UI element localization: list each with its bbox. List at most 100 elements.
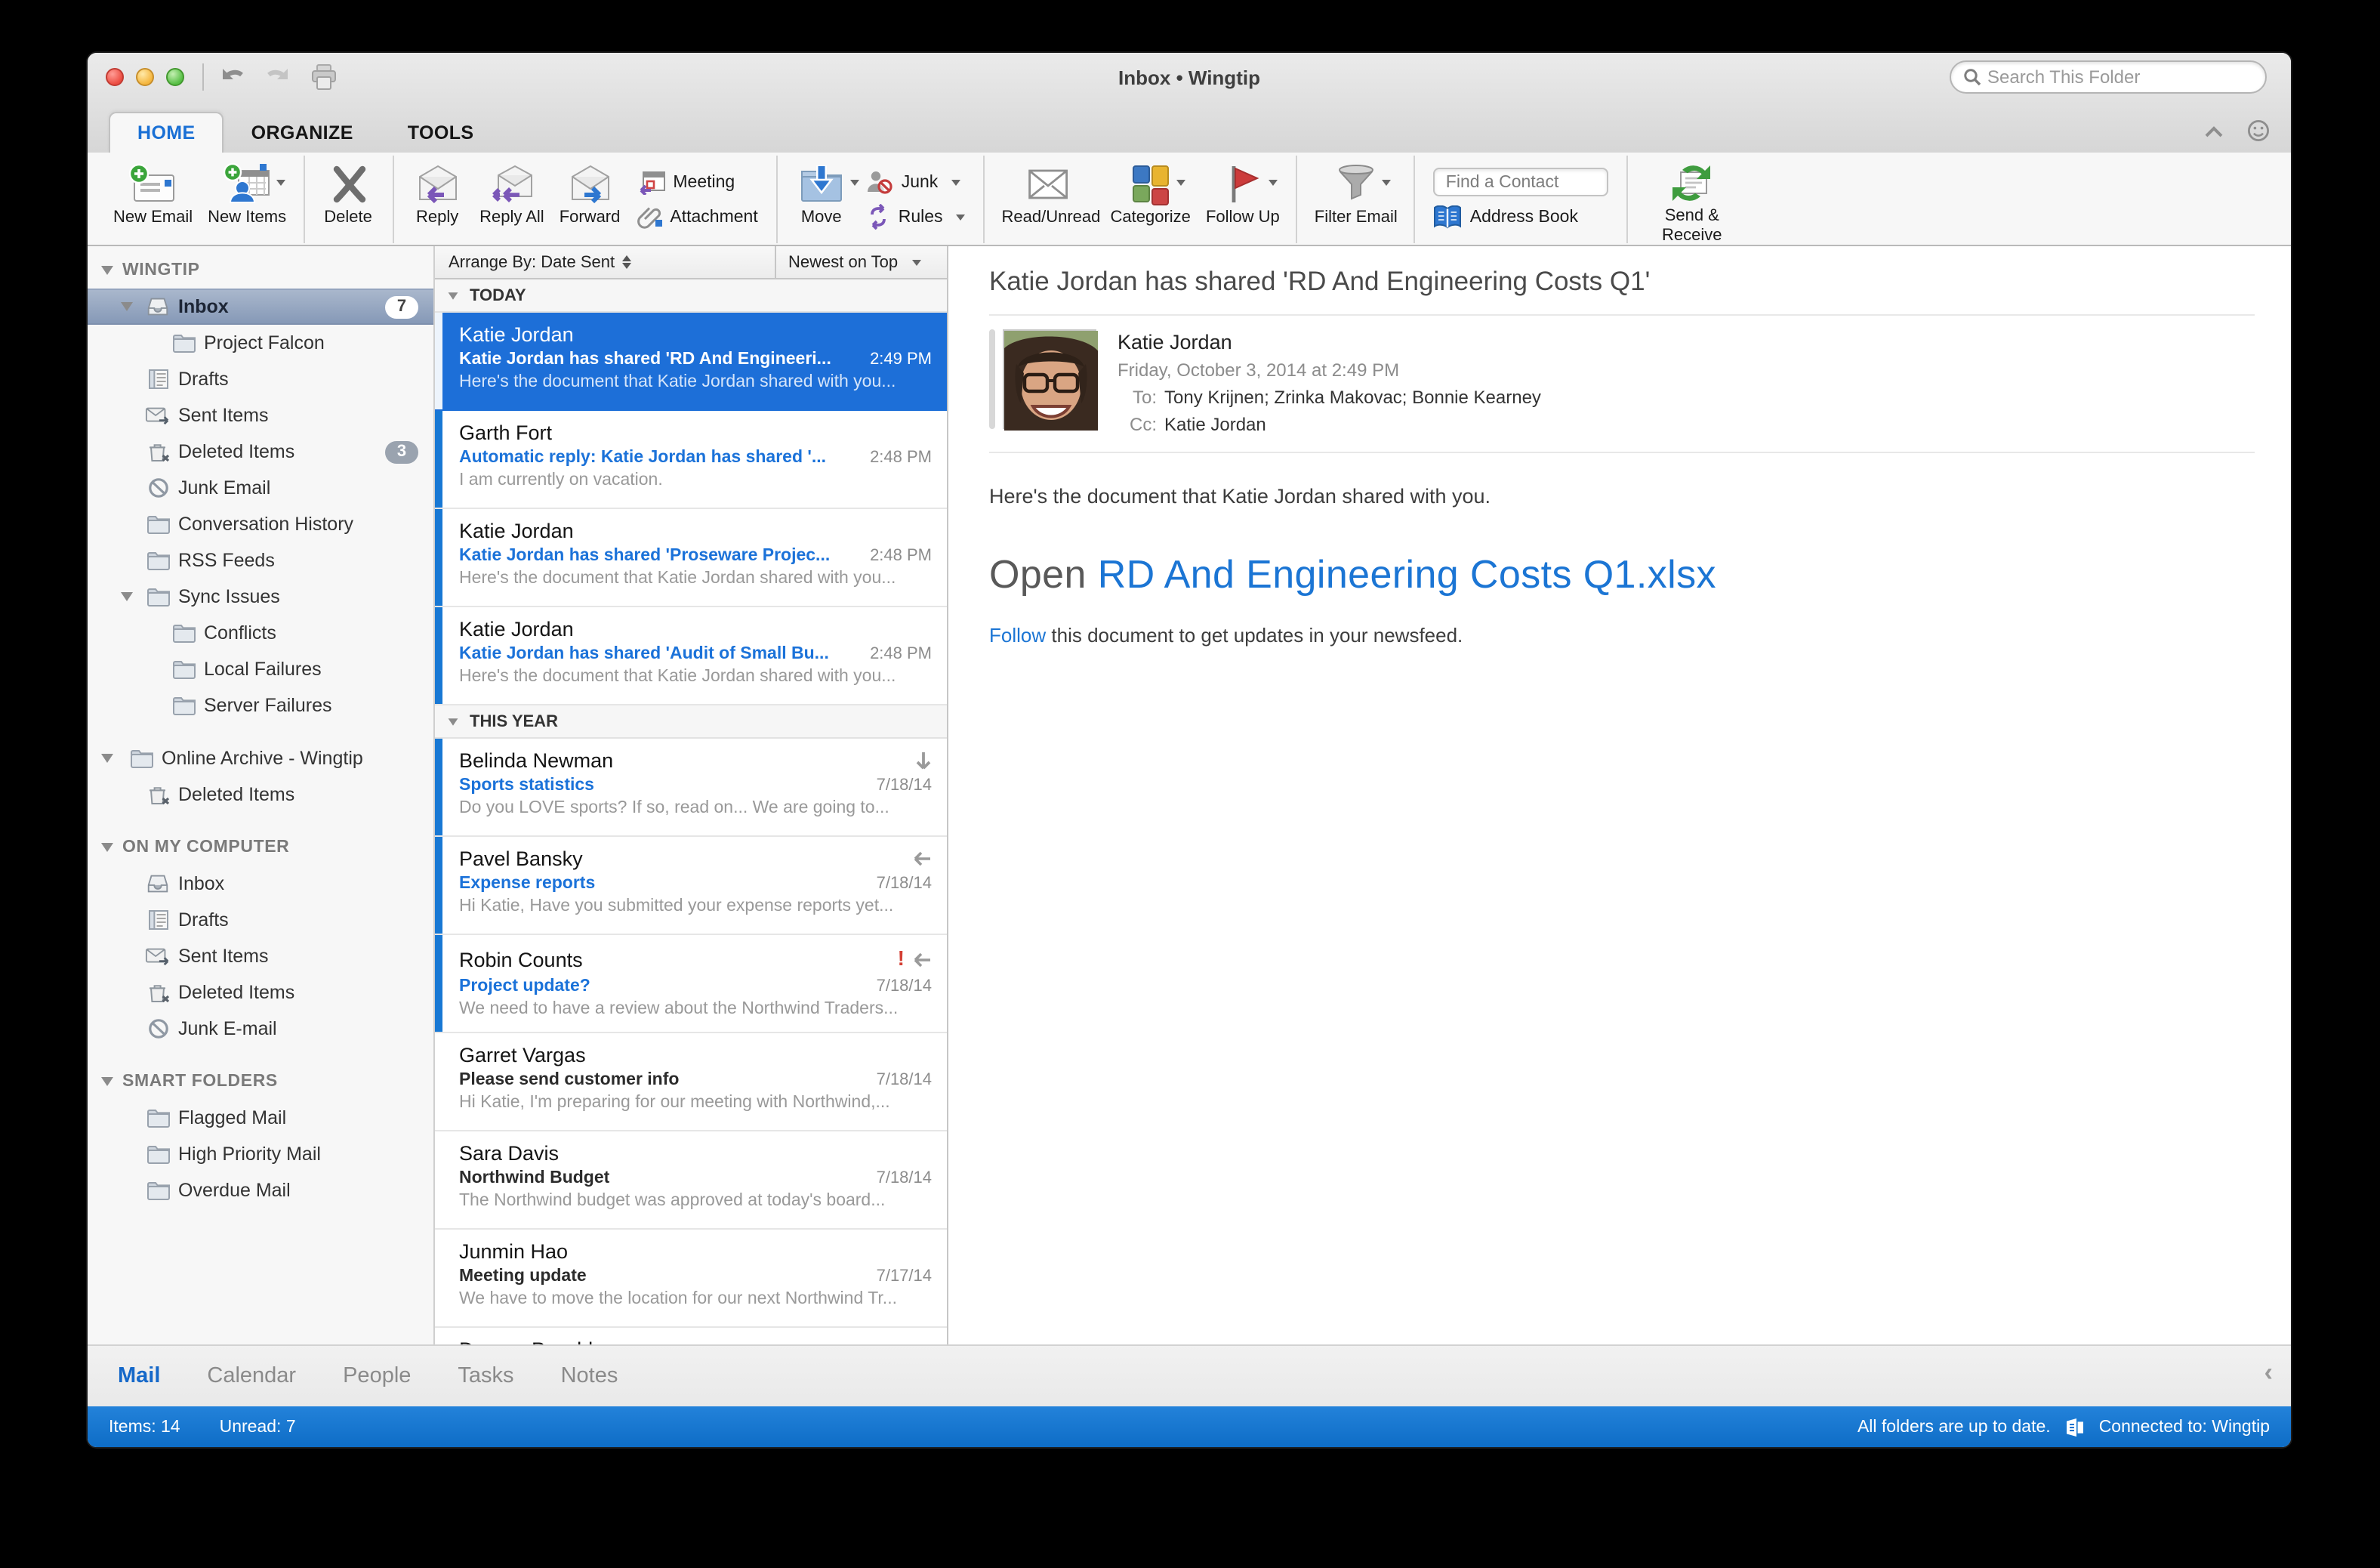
document-link[interactable]: RD And Engineering Costs Q1.xlsx <box>1098 551 1716 597</box>
chevron-down-icon <box>849 180 859 186</box>
undo-icon[interactable] <box>219 65 246 89</box>
disclosure-triangle-icon[interactable] <box>121 302 133 311</box>
sidebar-item-overdue-mail[interactable]: Overdue Mail <box>88 1172 433 1208</box>
module-tab-calendar[interactable]: Calendar <box>207 1364 296 1388</box>
message-row[interactable]: Katie Jordan Katie Jordan has shared 'RD … <box>435 313 947 411</box>
search-field[interactable] <box>1950 60 2267 94</box>
address-book-button[interactable]: Address Book <box>1434 202 1609 231</box>
message-row[interactable]: Garret Vargas Please send customer info 7/… <box>435 1033 947 1131</box>
sidebar-item-server-failures[interactable]: Server Failures <box>88 687 433 724</box>
message-sender: Garret Vargas <box>459 1044 586 1066</box>
message-group-label: THIS YEAR <box>470 712 558 730</box>
minimize-button[interactable] <box>136 68 154 86</box>
sidebar-section-on-my-computer[interactable]: ON MY COMPUTER <box>88 829 433 866</box>
message-row[interactable]: Katie Jordan Katie Jordan has shared 'Aud… <box>435 607 947 705</box>
sidebar-item-sent-items[interactable]: Sent Items <box>88 938 433 974</box>
disclosure-triangle-icon[interactable] <box>101 266 113 275</box>
sidebar-item-high-priority-mail[interactable]: High Priority Mail <box>88 1136 433 1172</box>
read-unread-button[interactable]: Read/Unread <box>994 156 1103 243</box>
sidebar-item-drafts[interactable]: Drafts <box>88 361 433 397</box>
sidebar-item-sent-items[interactable]: Sent Items <box>88 397 433 434</box>
meeting-button[interactable]: Meeting <box>637 168 757 196</box>
sidebar-item-flagged-mail[interactable]: Flagged Mail <box>88 1100 433 1136</box>
reply-button[interactable]: Reply <box>402 156 472 243</box>
message-row[interactable]: Pavel Bansky Expense reports 7/18/14 Hi Kat… <box>435 837 947 935</box>
sidebar-item-rss-feeds[interactable]: RSS Feeds <box>88 542 433 579</box>
new-email-button[interactable]: New Email <box>106 156 200 243</box>
disclosure-triangle-icon[interactable] <box>121 592 133 601</box>
disclosure-triangle-icon[interactable] <box>448 292 458 299</box>
sort-direction-icon <box>622 255 632 269</box>
tab-organize[interactable]: ORGANIZE <box>224 112 381 153</box>
collapse-pane-icon[interactable]: ‹ <box>2264 1358 2273 1388</box>
find-a-contact-button[interactable]: Find a Contact <box>1433 168 1609 196</box>
sidebar-item-drafts[interactable]: Drafts <box>88 902 433 938</box>
disclosure-triangle-icon[interactable] <box>101 843 113 852</box>
follow-link[interactable]: Follow <box>989 624 1046 647</box>
move-button[interactable]: Move <box>787 156 859 243</box>
sidebar-item-conflicts[interactable]: Conflicts <box>88 615 433 651</box>
forward-button[interactable]: Forward <box>552 156 628 243</box>
cc-recipients[interactable]: Katie Jordan <box>1164 414 1266 435</box>
sender-name[interactable]: Katie Jordan <box>1118 331 1541 353</box>
sender-avatar[interactable] <box>1003 329 1098 431</box>
sidebar-item-project-falcon[interactable]: Project Falcon <box>88 325 433 361</box>
unread-indicator <box>435 509 442 606</box>
module-tab-tasks[interactable]: Tasks <box>458 1364 513 1388</box>
sidebar-item-junk-email[interactable]: Junk Email <box>88 470 433 506</box>
message-row[interactable]: Katie Jordan Katie Jordan has shared 'Pro… <box>435 509 947 607</box>
module-tab-mail[interactable]: Mail <box>118 1364 160 1388</box>
reply-all-button[interactable]: Reply All <box>472 156 552 243</box>
tab-home[interactable]: HOME <box>109 112 224 153</box>
message-row[interactable]: Dorena Paschke <box>435 1328 947 1344</box>
sidebar-item-deleted-items[interactable]: Deleted Items <box>88 776 433 813</box>
message-row[interactable]: Sara Davis Northwind Budget 7/18/14 The Nor… <box>435 1131 947 1230</box>
message-group-today[interactable]: TODAY <box>435 279 947 313</box>
sidebar-section-wingtip[interactable]: WINGTIP <box>88 252 433 289</box>
zoom-button[interactable] <box>166 68 184 86</box>
disclosure-triangle-icon[interactable] <box>101 754 113 763</box>
junk-button[interactable]: Junk <box>865 168 966 196</box>
ribbon-tabs: HOME ORGANIZE TOOLS <box>88 101 2291 153</box>
sidebar-item-junk-e-mail[interactable]: Junk E-mail <box>88 1011 433 1047</box>
sidebar-item-deleted-items[interactable]: Deleted Items <box>88 974 433 1011</box>
close-button[interactable] <box>106 68 124 86</box>
categorize-button[interactable]: Categorize <box>1103 156 1198 243</box>
message-row[interactable]: Robin Counts! Project update? 7/18/14 We ne… <box>435 935 947 1033</box>
find-a-contact-field[interactable]: Find a Contact <box>1433 168 1609 196</box>
new-items-button[interactable]: New Items <box>200 156 294 243</box>
sidebar-section-smart-folders[interactable]: SMART FOLDERS <box>88 1063 433 1100</box>
collapse-ribbon-icon[interactable] <box>2205 125 2223 137</box>
redo-icon[interactable] <box>264 65 291 89</box>
print-icon[interactable] <box>310 63 338 91</box>
filter-email-button[interactable]: Filter Email <box>1307 156 1405 243</box>
module-tab-people[interactable]: People <box>343 1364 411 1388</box>
rules-button[interactable]: Rules <box>865 202 966 231</box>
disclosure-triangle-icon[interactable] <box>448 718 458 725</box>
message-sender: Garth Fort <box>459 421 553 444</box>
message-group-this-year[interactable]: THIS YEAR <box>435 705 947 739</box>
to-recipients[interactable]: Tony Krijnen; Zrinka Makovac; Bonnie Kea… <box>1164 387 1541 408</box>
sort-order-control[interactable]: Newest on Top <box>775 246 947 278</box>
sidebar-item-inbox[interactable]: Inbox 7 <box>88 289 433 325</box>
module-tab-notes[interactable]: Notes <box>561 1364 618 1388</box>
message-preview: Hi Katie, I'm preparing for our meeting … <box>459 1094 890 1112</box>
sidebar-item-deleted-items[interactable]: Deleted Items 3 <box>88 434 433 470</box>
search-input[interactable] <box>1987 66 2253 88</box>
attachment-button[interactable]: Attachment <box>637 202 758 231</box>
message-row[interactable]: Belinda Newman Sports statistics 7/18/14 Do… <box>435 739 947 837</box>
feedback-smiley-icon[interactable] <box>2247 119 2270 142</box>
sidebar-item-conversation-history[interactable]: Conversation History <box>88 506 433 542</box>
message-row[interactable]: Junmin Hao Meeting update 7/17/14 We have t… <box>435 1230 947 1328</box>
tab-tools[interactable]: TOOLS <box>381 112 501 153</box>
delete-button[interactable]: Delete <box>313 156 383 243</box>
message-row[interactable]: Garth Fort Automatic reply: Katie Jordan … <box>435 411 947 509</box>
sidebar-item-online-archive-wingtip[interactable]: Online Archive - Wingtip <box>88 740 433 776</box>
follow-up-button[interactable]: Follow Up <box>1198 156 1287 243</box>
sidebar-item-local-failures[interactable]: Local Failures <box>88 651 433 687</box>
disclosure-triangle-icon[interactable] <box>101 1077 113 1086</box>
sidebar-item-inbox[interactable]: Inbox <box>88 866 433 902</box>
sidebar-item-sync-issues[interactable]: Sync Issues <box>88 579 433 615</box>
send-receive-button[interactable]: Send & Receive <box>1638 156 1746 244</box>
arrange-by-control[interactable]: Arrange By: Date Sent <box>435 246 775 278</box>
